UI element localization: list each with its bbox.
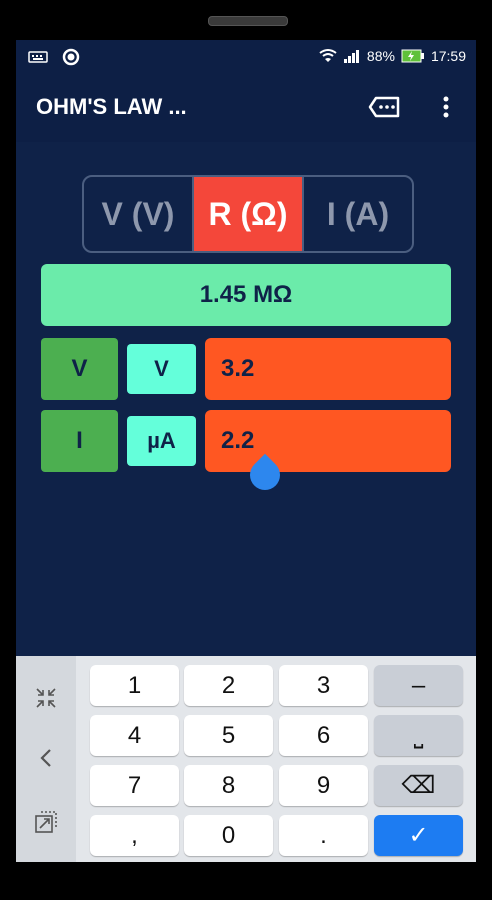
tab-voltage[interactable]: V (V)	[84, 177, 194, 251]
key-2[interactable]: 2	[184, 665, 273, 706]
status-time: 17:59	[430, 48, 466, 64]
key-3[interactable]: 3	[279, 665, 368, 706]
key-4[interactable]: 4	[90, 715, 179, 756]
current-unit-button[interactable]: µA	[127, 416, 196, 466]
key-comma[interactable]: ,	[90, 815, 179, 856]
collapse-keyboard-icon[interactable]	[30, 682, 62, 714]
keyboard-side-panel	[16, 656, 76, 862]
numeric-keyboard: 1 2 3 – 4 5 6 ⎵ 7 8 9 ⌫ , 0 . ✓	[16, 656, 476, 862]
battery-charging-icon	[401, 49, 424, 63]
tab-resistance[interactable]: R (Ω)	[194, 177, 304, 251]
back-arrow-icon[interactable]	[30, 742, 62, 774]
key-1[interactable]: 1	[90, 665, 179, 706]
voltage-input-row: V V 3.2	[41, 338, 451, 400]
key-7[interactable]: 7	[90, 765, 179, 806]
signal-icon	[343, 50, 359, 63]
wifi-icon	[319, 49, 337, 62]
app-bar: OHM'S LAW ...	[16, 72, 476, 142]
tab-current[interactable]: I (A)	[304, 177, 412, 251]
space-key[interactable]: ⎵	[374, 715, 463, 756]
mode-selector: V (V) R (Ω) I (A)	[82, 175, 414, 253]
key-8[interactable]: 8	[184, 765, 273, 806]
key-5[interactable]: 5	[184, 715, 273, 756]
voltage-unit-button[interactable]: V	[127, 344, 196, 394]
calculator-panel: V (V) R (Ω) I (A) 1.45 MΩ V V 3.2 I µA 2…	[16, 142, 476, 656]
key-minus[interactable]: –	[374, 665, 463, 706]
current-input-row: I µA 2.2	[41, 410, 451, 472]
enter-key[interactable]: ✓	[374, 815, 463, 856]
more-vert-icon[interactable]	[434, 92, 458, 122]
phone-screen: 88% 17:59 OHM'S LAW ... V (V) R (Ω) I (A…	[16, 40, 476, 862]
voltage-value-field[interactable]: 3.2	[205, 338, 451, 400]
battery-percent: 88%	[366, 48, 395, 64]
key-period[interactable]: .	[279, 815, 368, 856]
result-display: 1.45 MΩ	[41, 264, 451, 326]
label-icon[interactable]	[368, 92, 402, 122]
keyboard-notification-icon	[28, 51, 48, 63]
backspace-key[interactable]: ⌫	[374, 765, 463, 806]
current-quantity-button[interactable]: I	[41, 410, 118, 472]
key-0[interactable]: 0	[184, 815, 273, 856]
key-9[interactable]: 9	[279, 765, 368, 806]
key-6[interactable]: 6	[279, 715, 368, 756]
floating-keyboard-icon[interactable]	[30, 806, 62, 838]
status-bar: 88% 17:59	[16, 40, 476, 72]
record-icon	[62, 48, 80, 66]
voltage-quantity-button[interactable]: V	[41, 338, 118, 400]
phone-speaker	[208, 16, 288, 26]
current-value-field[interactable]: 2.2	[205, 410, 451, 472]
app-title: OHM'S LAW ...	[36, 94, 187, 119]
